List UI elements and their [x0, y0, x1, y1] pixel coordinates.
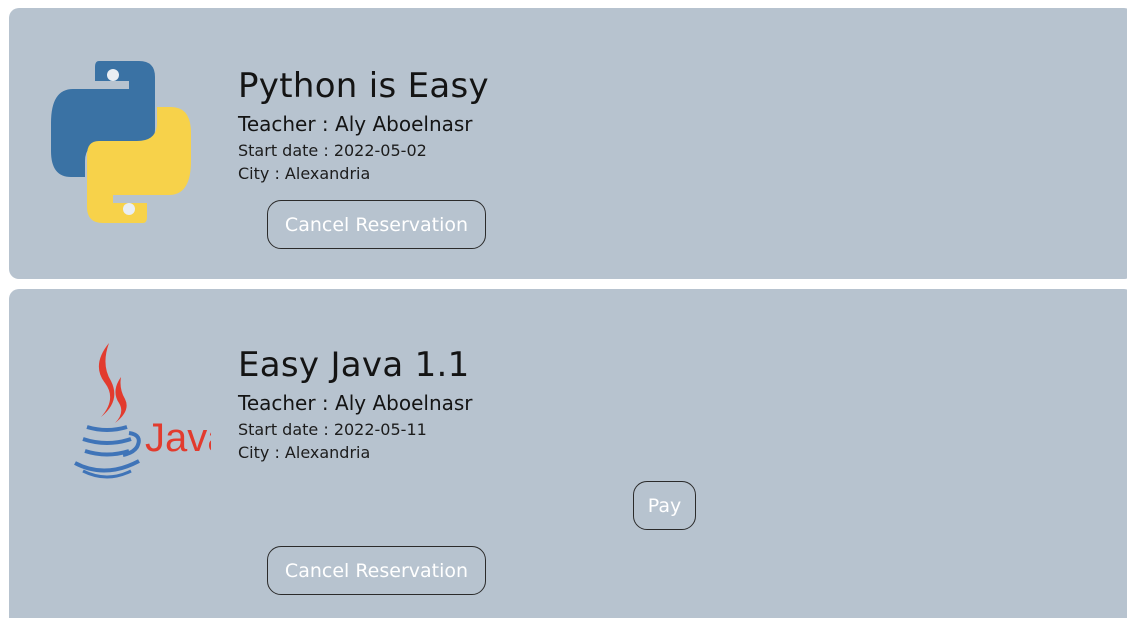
- course-card: Python is Easy Teacher : Aly Aboelnasr S…: [9, 8, 1127, 279]
- course-start-date: Start date : 2022-05-02: [238, 141, 427, 160]
- course-title: Easy Java 1.1: [238, 345, 470, 385]
- course-teacher: Teacher : Aly Aboelnasr: [238, 112, 473, 136]
- course-start-date: Start date : 2022-05-11: [238, 420, 427, 439]
- course-city: City : Alexandria: [238, 164, 371, 183]
- java-logo-icon: Java: [61, 337, 230, 491]
- python-logo-icon: [47, 53, 195, 235]
- course-card: Java Easy Java 1.1 Teacher : Aly Aboelna…: [9, 289, 1127, 618]
- pay-button[interactable]: Pay: [633, 481, 696, 530]
- reservations-page: Python is Easy Teacher : Aly Aboelnasr S…: [0, 0, 1127, 618]
- course-city: City : Alexandria: [238, 443, 371, 462]
- course-title: Python is Easy: [238, 66, 489, 106]
- course-teacher: Teacher : Aly Aboelnasr: [238, 391, 473, 415]
- cancel-reservation-button[interactable]: Cancel Reservation: [267, 546, 486, 595]
- cancel-reservation-button[interactable]: Cancel Reservation: [267, 200, 486, 249]
- java-logo-text: Java: [145, 416, 211, 460]
